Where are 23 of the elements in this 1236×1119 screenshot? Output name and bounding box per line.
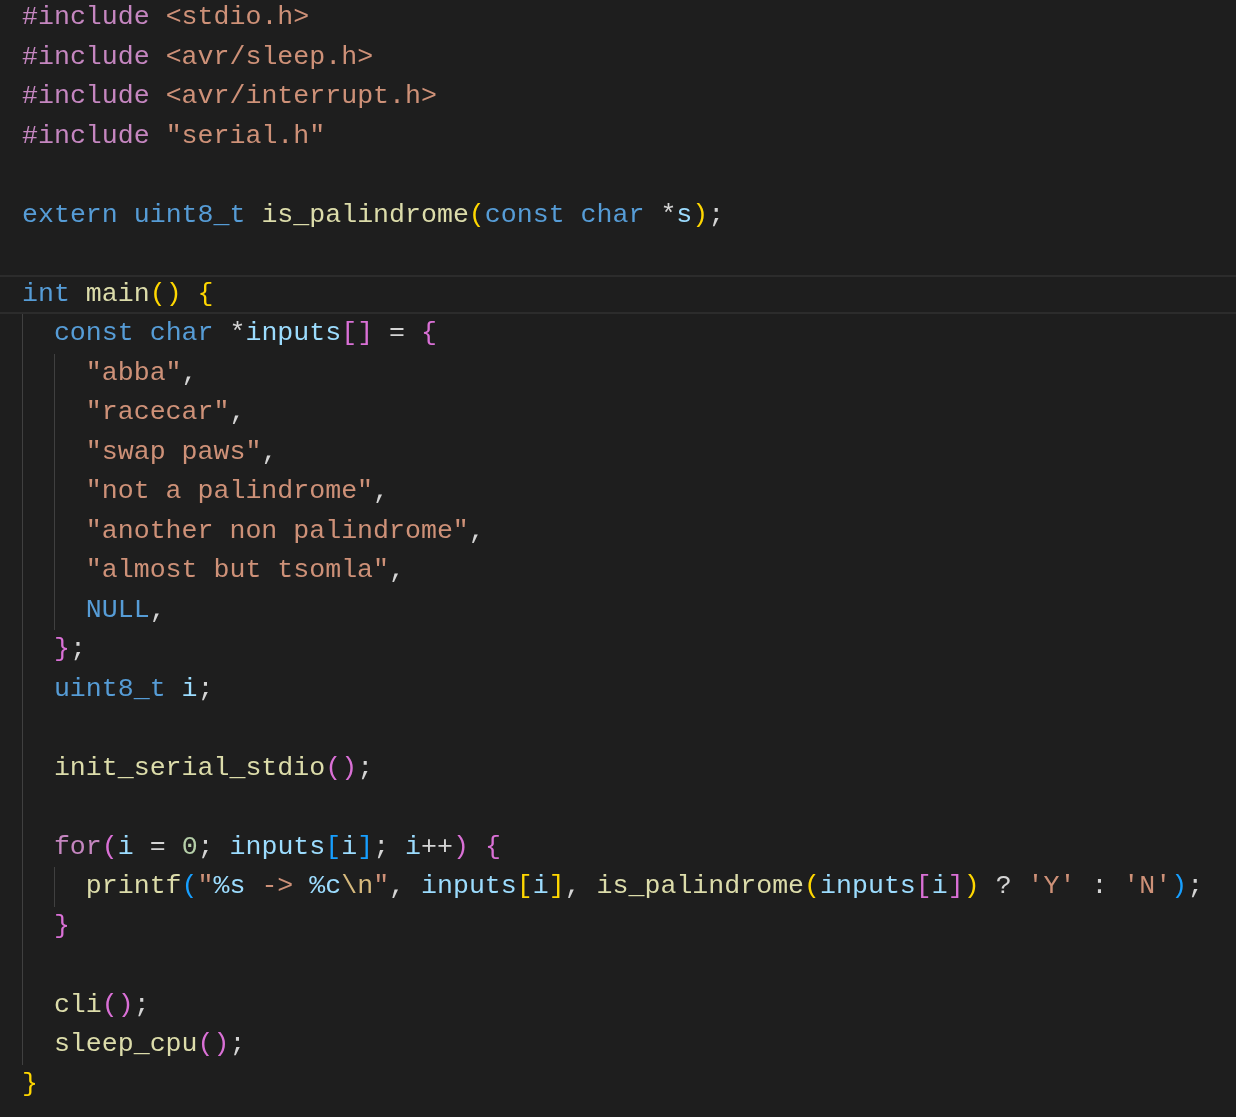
code-line: "abba", xyxy=(85,356,198,390)
code-line: }; xyxy=(53,633,86,666)
code-line: #include "serial.h" xyxy=(22,119,326,153)
code-line: extern uint8_t is_palindrome(const char *s); xyxy=(22,198,725,232)
code-line: "swap paws", xyxy=(85,435,278,469)
code-line: } xyxy=(53,909,70,943)
code-line: for(i = 0; inputs[i]; i++) { xyxy=(53,830,501,864)
code-line: #include <avr/sleep.h> xyxy=(22,40,374,74)
code-line: cli(); xyxy=(53,988,150,1022)
code-line: sleep_cpu(); xyxy=(53,1028,246,1061)
code-line: "another non palindrome", xyxy=(85,514,485,548)
code-line: #include <stdio.h> xyxy=(22,1,310,34)
code-line: } xyxy=(22,1067,38,1101)
code-line: "not a palindrome", xyxy=(85,475,390,508)
code-line: uint8_t i; xyxy=(53,672,214,706)
code-line: "almost but tsomla", xyxy=(85,554,405,587)
code-line: init_serial_stdio(); xyxy=(53,751,374,785)
code-line: const char *inputs[] = { xyxy=(53,317,437,350)
code-line: #include <avr/interrupt.h> xyxy=(22,80,437,113)
code-line: printf("%s -> %c\n", inputs[i], is_palindrome(inputs[i]) ? 'Y' : 'N'); xyxy=(85,870,1204,903)
code-line: "racecar", xyxy=(85,396,246,429)
code-line: int main() { xyxy=(22,277,214,311)
code-line: NULL, xyxy=(85,593,166,627)
